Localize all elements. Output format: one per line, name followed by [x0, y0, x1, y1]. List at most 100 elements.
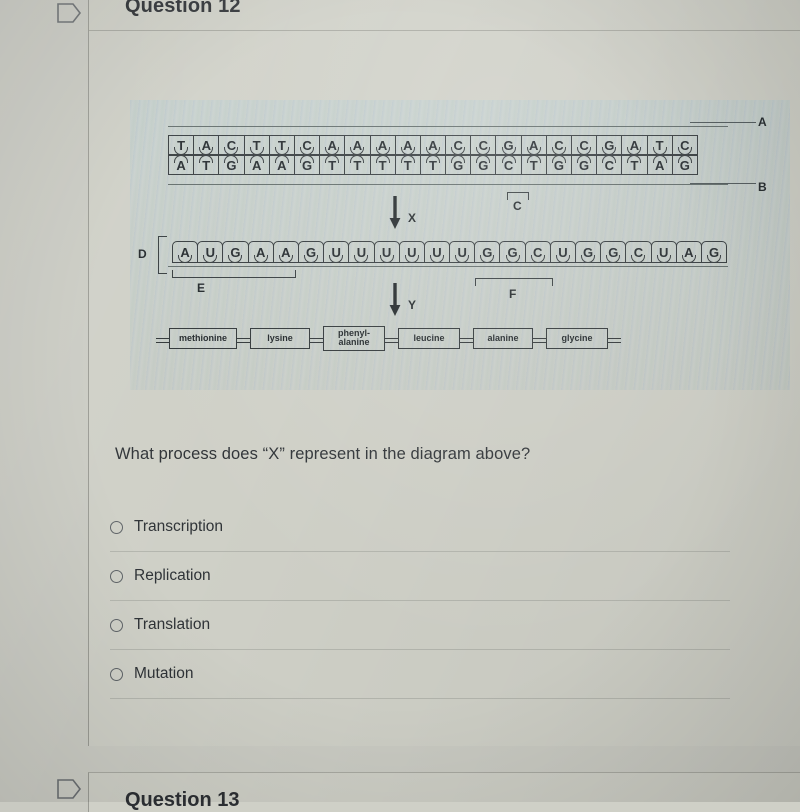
dna-bottom-base: T	[394, 155, 421, 175]
mrna-base: G	[700, 241, 728, 263]
diagram-rule-mrna	[168, 266, 728, 267]
peptide-bond	[156, 337, 169, 343]
dna-bottom-base: T	[419, 155, 447, 175]
amino-acid-box: alanine	[473, 327, 533, 349]
mrna-base: G	[600, 241, 627, 263]
label-x: X	[408, 211, 417, 225]
mrna-base: G	[575, 241, 602, 263]
dna-bottom-base: G	[470, 155, 497, 175]
dna-bottom-base: G	[293, 155, 321, 175]
mrna-strand: AUGAAGUUUUUUGGCUGGCUAG	[172, 241, 728, 263]
dna-bottom-base: C	[596, 155, 623, 175]
dna-top-base: A	[419, 135, 447, 155]
dna-top-base: T	[268, 135, 295, 155]
dna-top-base: C	[545, 135, 572, 155]
dna-top-base: C	[671, 135, 698, 155]
next-question-card: Question 13	[88, 772, 800, 812]
mrna-base: C	[625, 241, 652, 263]
dna-top-base: C	[218, 135, 245, 155]
answer-option[interactable]: Mutation	[110, 650, 730, 699]
amino-acid-box: methionine	[169, 327, 237, 349]
radio-button-icon[interactable]	[110, 569, 123, 583]
dna-top-base: C	[293, 135, 321, 155]
answer-option-label: Mutation	[134, 665, 194, 682]
amino-acid-box: phenyl-alanine	[323, 326, 385, 351]
dna-top-base: T	[646, 135, 673, 155]
dna-bottom-base: A	[168, 155, 195, 175]
mrna-base: U	[323, 241, 350, 263]
dna-bottom-base: C	[495, 155, 522, 175]
dna-bottom-base: T	[369, 155, 396, 175]
dna-top-base: A	[369, 135, 396, 155]
mrna-base: U	[449, 241, 476, 263]
label-e: E	[197, 281, 206, 295]
radio-button-icon[interactable]	[110, 520, 123, 534]
peptide-bond	[310, 337, 323, 343]
dna-bottom-base: G	[671, 155, 698, 175]
label-f-bracket	[475, 278, 553, 286]
page-title: Question 12	[125, 0, 241, 17]
dna-transcription-translation-diagram: A B TACTTCAAAAACCGACCGATC ATGAAGTTTTTGGC…	[130, 100, 790, 390]
answer-option[interactable]: Replication	[110, 552, 730, 601]
arrow-y	[388, 283, 402, 317]
label-a: A	[758, 115, 767, 129]
dna-bottom-base: T	[344, 155, 371, 175]
dna-top-base: A	[394, 135, 421, 155]
dna-top-base: A	[520, 135, 547, 155]
mrna-base: U	[650, 241, 677, 263]
mrna-base: C	[524, 241, 551, 263]
answer-option-label: Translation	[134, 616, 211, 633]
peptide-bond	[237, 337, 250, 343]
dna-bottom-base: A	[646, 155, 673, 175]
dna-bottom-base: T	[319, 155, 346, 175]
bookmark-flag-icon[interactable]	[56, 2, 82, 24]
dna-bottom-base: G	[218, 155, 245, 175]
radio-button-icon[interactable]	[110, 667, 123, 681]
next-question-title: Question 13	[125, 789, 240, 811]
question-prompt: What process does “X” represent in the d…	[115, 445, 531, 463]
label-b: B	[758, 180, 767, 194]
dna-bottom-base: A	[243, 155, 270, 175]
answer-options: Transcription Replication Translation Mutat…	[110, 503, 730, 699]
mrna-base: G	[499, 241, 526, 263]
mrna-base: U	[348, 241, 375, 263]
peptide-bond	[460, 337, 473, 343]
dna-top-base: G	[495, 135, 522, 155]
mrna-base: U	[373, 241, 400, 263]
answer-option[interactable]: Translation	[110, 601, 730, 650]
label-y: Y	[408, 298, 417, 312]
polypeptide-chain: methionine lysine phenyl-alanine leucine ala…	[156, 326, 621, 351]
peptide-bond	[533, 337, 546, 343]
mrna-base: U	[549, 241, 576, 263]
label-f: F	[509, 287, 517, 301]
label-e-bracket	[172, 270, 296, 278]
mrna-base: G	[474, 241, 501, 263]
dna-top-base: A	[344, 135, 371, 155]
dna-bottom-base: T	[520, 155, 547, 175]
bookmark-flag-icon-next[interactable]	[56, 778, 82, 800]
dna-top-base: T	[243, 135, 270, 155]
label-a-leader	[690, 122, 756, 123]
diagram-rule-top	[168, 126, 728, 127]
mrna-base: U	[398, 241, 425, 263]
dna-bottom-base: G	[445, 155, 472, 175]
radio-button-icon[interactable]	[110, 618, 123, 632]
answer-option[interactable]: Transcription	[110, 503, 730, 552]
mrna-base: A	[247, 241, 274, 263]
amino-acid-box: glycine	[546, 327, 608, 349]
dna-bottom-base: A	[268, 155, 295, 175]
answer-option-label: Replication	[134, 567, 211, 584]
dna-bottom-base: T	[621, 155, 648, 175]
answer-option-label: Transcription	[134, 518, 224, 535]
mrna-base: A	[675, 241, 702, 263]
mrna-base: G	[297, 241, 325, 263]
arrow-x	[388, 196, 402, 230]
mrna-base: A	[172, 241, 199, 263]
peptide-bond	[608, 337, 621, 343]
label-c: C	[513, 199, 522, 213]
amino-acid-box: lysine	[250, 327, 310, 349]
dna-bottom-strand: ATGAAGTTTTTGGCTGGCTAG	[168, 155, 698, 175]
dna-bottom-base: G	[571, 155, 598, 175]
dna-top-base: C	[571, 135, 598, 155]
mrna-base: U	[423, 241, 451, 263]
